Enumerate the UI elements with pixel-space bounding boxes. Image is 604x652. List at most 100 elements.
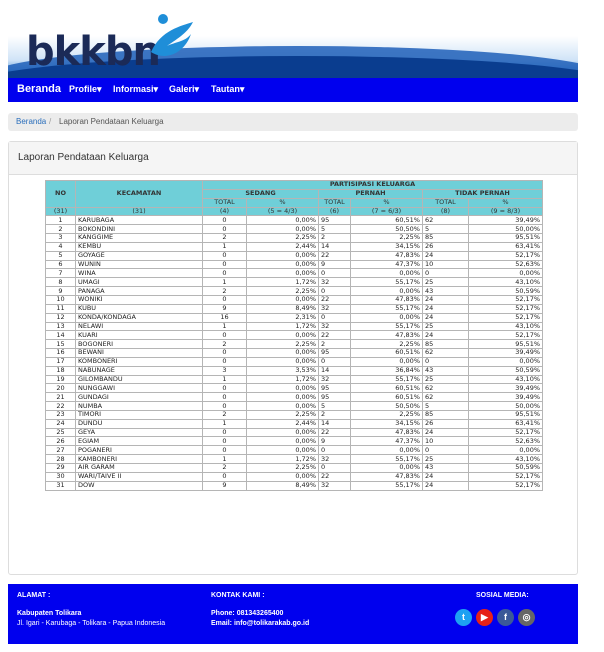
table-cell: 2 <box>202 409 247 420</box>
caret-down-icon: ▾ <box>97 84 102 94</box>
bkkbn-logo-text[interactable]: bkkbn <box>26 32 161 72</box>
table-cell: 85 <box>422 409 469 420</box>
table-cell: 26 <box>45 436 76 447</box>
table-row: 24 DUNDU 1 2,44% 14 34,15% 26 63,41% <box>45 418 544 429</box>
table-cell: 1,72% <box>246 454 319 464</box>
table-cell: 14 <box>45 330 76 341</box>
table-row: 21 GUNDAGI 0 0,00% 95 60,51% 62 39,49% <box>45 392 544 403</box>
table-cell: KARUBAGA <box>75 215 203 226</box>
youtube-icon[interactable]: ▶ <box>476 609 493 626</box>
table-cell: KANGGIME <box>75 233 203 243</box>
table-cell: 2 <box>202 463 247 473</box>
footer-alamat-name: Kabupaten Tolikara <box>17 610 82 617</box>
table-cell: 0,00% <box>246 215 319 226</box>
table-cell: 2,25% <box>246 286 319 296</box>
table-cell: 43 <box>422 286 469 296</box>
table-cell: 47,83% <box>350 250 423 261</box>
table-cell: 22 <box>318 471 351 482</box>
table-cell: KOMBONERI <box>75 356 203 367</box>
table-cell: 95 <box>318 383 351 394</box>
table-cell: 24 <box>422 427 469 438</box>
nav-tautan[interactable]: Tautan▾ <box>211 78 244 102</box>
table-cell: 43,10% <box>467 277 544 288</box>
header-total: TOTAL <box>202 197 247 208</box>
table-cell: KUBU <box>75 303 203 314</box>
table-cell: BOGONERI <box>75 339 203 350</box>
table-cell: 1 <box>202 241 247 252</box>
table-cell: 34,15% <box>350 418 423 429</box>
table-cell: 0,00% <box>467 268 544 279</box>
table-cell: 60,51% <box>350 383 423 394</box>
table-cell: 3,53% <box>246 365 319 376</box>
table-row: 31 DOW 9 8,49% 32 55,17% 24 52,17% <box>45 480 544 491</box>
table-row: 13 NELAWI 1 1,72% 32 55,17% 25 43,10% <box>45 321 544 332</box>
table-cell: 9 <box>318 259 351 270</box>
table-cell: 95 <box>318 348 351 358</box>
instagram-icon[interactable]: ◎ <box>518 609 535 626</box>
breadcrumb-home-link[interactable]: Beranda <box>16 113 46 131</box>
twitter-icon[interactable]: t <box>455 609 472 626</box>
table-row: 2 BOKONDINI 0 0,00% 5 50,50% 5 50,00% <box>45 224 544 235</box>
table-cell: 62 <box>422 348 469 358</box>
table-cell: 2 <box>318 233 351 243</box>
header-partisipasi: PARTISIPASI KELUARGA <box>201 180 544 190</box>
table-cell: WONIKI <box>75 294 203 305</box>
table-cell: 55,17% <box>350 454 423 464</box>
table-cell: 39,49% <box>467 215 544 226</box>
table-cell: 0 <box>202 250 247 261</box>
table-cell: 47,37% <box>350 259 423 270</box>
nav-beranda[interactable]: Beranda <box>17 78 61 102</box>
table-cell: 2,44% <box>246 418 319 429</box>
table-cell: 24 <box>422 330 469 341</box>
table-cell: 0 <box>202 348 247 358</box>
table-cell: 0 <box>202 356 247 367</box>
table-cell: 55,17% <box>350 374 423 385</box>
nav-profile[interactable]: Profile▾ <box>69 78 102 102</box>
index-cell: (9 = 8/3) <box>467 206 544 217</box>
table-cell: 2,25% <box>350 409 423 420</box>
table-cell: 52,17% <box>467 471 544 482</box>
table-row: 23 TIMORI 2 2,25% 2 2,25% 85 95,51% <box>45 409 544 420</box>
table-row: 29 AIR GARAM 2 2,25% 0 0,00% 43 50,59% <box>45 463 544 473</box>
table-cell: 20 <box>45 383 76 394</box>
table-cell: 28 <box>45 454 76 464</box>
table-cell: 0,00% <box>246 392 319 403</box>
table-cell: 43,10% <box>467 321 544 332</box>
table-cell: 0,00% <box>350 356 423 367</box>
table-cell: 26 <box>422 241 469 252</box>
table-cell: 2,25% <box>246 339 319 350</box>
table-cell: KUARI <box>75 330 203 341</box>
table-row: 28 KAMBONERI 1 1,72% 32 55,17% 25 43,10% <box>45 454 544 464</box>
table-cell: 50,50% <box>350 224 423 235</box>
footer-email[interactable]: Email: info@tolikarakab.go.id <box>211 620 309 627</box>
table-cell: 24 <box>422 294 469 305</box>
table-cell: 32 <box>318 303 351 314</box>
table-row: 10 WONIKI 0 0,00% 22 47,83% 24 52,17% <box>45 294 544 305</box>
header-percent: % <box>350 197 423 208</box>
table-cell: 0,00% <box>246 294 319 305</box>
nav-galeri[interactable]: Galeri▾ <box>169 78 199 102</box>
table-cell: 1,72% <box>246 277 319 288</box>
facebook-icon[interactable]: f <box>497 609 514 626</box>
table-cell: 0 <box>318 268 351 279</box>
table-cell: 52,63% <box>467 259 544 270</box>
table-cell: 0 <box>202 383 247 394</box>
index-cell: (6) <box>318 206 351 217</box>
table-cell: 14 <box>318 418 351 429</box>
table-cell: NELAWI <box>75 321 203 332</box>
table-cell: 8,49% <box>246 303 319 314</box>
table-cell: 63,41% <box>467 418 544 429</box>
table-cell: POGANERI <box>75 445 203 456</box>
table-cell: 52,17% <box>467 330 544 341</box>
table-cell: 5 <box>422 401 469 411</box>
table-cell: 8,49% <box>246 480 319 491</box>
table-cell: 5 <box>45 250 76 261</box>
table-row: 19 GILOMBANDU 1 1,72% 32 55,17% 25 43,10% <box>45 374 544 385</box>
table-row: 16 BEWANI 0 0,00% 95 60,51% 62 39,49% <box>45 348 544 358</box>
footer-kontak-title: KONTAK KAMI : <box>211 592 265 599</box>
nav-informasi[interactable]: Informasi▾ <box>113 78 158 102</box>
table-cell: WUNIN <box>75 259 203 270</box>
table-cell: 55,17% <box>350 321 423 332</box>
table-cell: 0,00% <box>350 463 423 473</box>
table-cell: 50,00% <box>467 401 544 411</box>
